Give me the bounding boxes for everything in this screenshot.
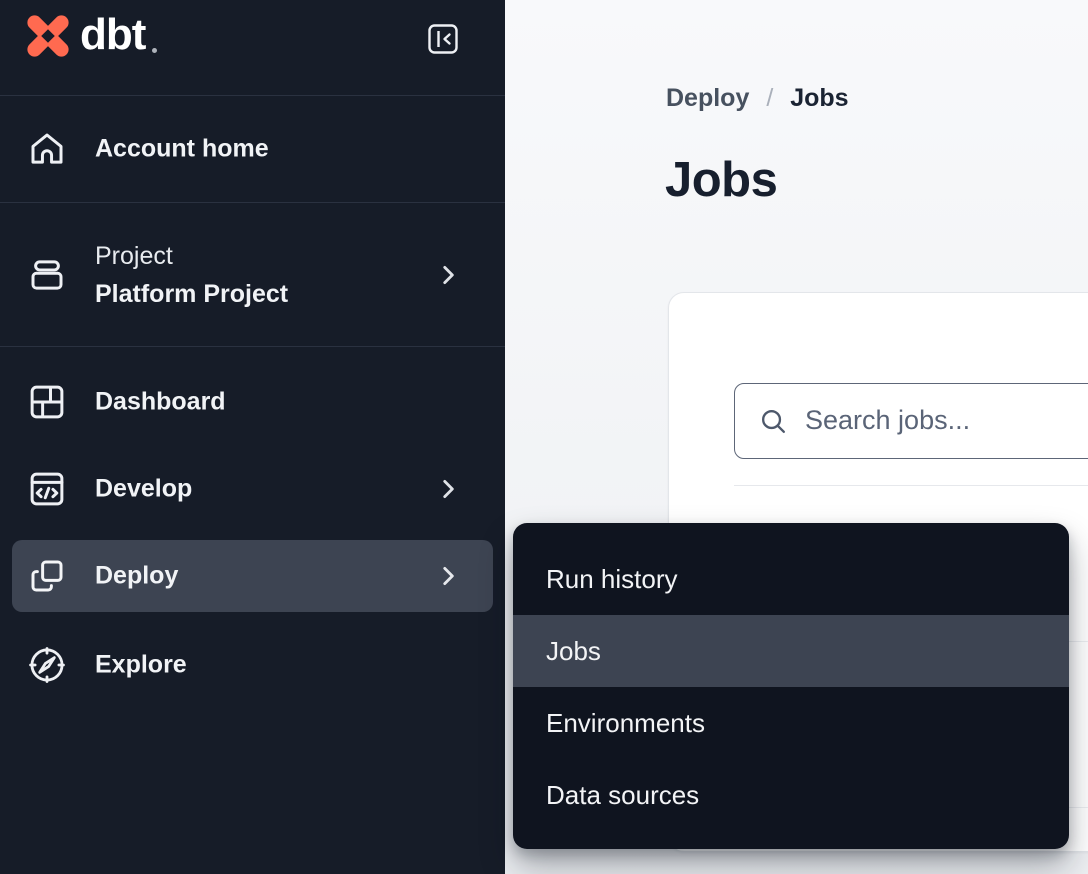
logo-trademark-dot xyxy=(152,48,157,53)
dbt-logo-icon xyxy=(25,13,71,59)
sidebar-item-project[interactable]: Project Platform Project xyxy=(0,203,505,346)
sidebar: dbt Account home xyxy=(0,0,505,874)
deploy-flyout-menu: Run history Jobs Environments Data sourc… xyxy=(513,523,1069,849)
sidebar-item-label: Develop xyxy=(95,475,192,504)
breadcrumb-separator: / xyxy=(756,84,783,112)
menu-item-label: Data sources xyxy=(546,780,699,811)
project-kicker-label: Project xyxy=(95,237,288,275)
page-title: Jobs xyxy=(665,152,777,208)
breadcrumb: Deploy / Jobs xyxy=(666,84,849,113)
menu-item-label: Environments xyxy=(546,708,705,739)
search-box xyxy=(734,383,1088,459)
sidebar-item-develop[interactable]: Develop xyxy=(0,447,505,531)
search-jobs-input[interactable] xyxy=(805,384,1088,457)
sidebar-item-label: Deploy xyxy=(95,562,178,591)
project-name-label: Platform Project xyxy=(95,275,288,313)
menu-item-label: Run history xyxy=(546,564,678,595)
sidebar-item-dashboard[interactable]: Dashboard xyxy=(0,360,505,444)
sidebar-item-label: Dashboard xyxy=(95,388,226,417)
sidebar-divider xyxy=(0,346,505,347)
menu-item-jobs[interactable]: Jobs xyxy=(513,615,1069,687)
menu-item-data-sources[interactable]: Data sources xyxy=(513,759,1069,831)
home-icon xyxy=(26,128,68,170)
sidebar-item-label: Explore xyxy=(95,651,187,680)
breadcrumb-current: Jobs xyxy=(790,84,848,112)
chevron-right-icon xyxy=(435,563,461,589)
project-archive-icon xyxy=(26,254,68,296)
logo-wordmark: dbt xyxy=(80,10,145,60)
sidebar-item-deploy[interactable]: Deploy xyxy=(12,540,493,612)
card-header-divider xyxy=(734,485,1088,486)
deploy-overlap-squares-icon xyxy=(26,555,68,597)
develop-code-icon xyxy=(26,468,68,510)
menu-item-label: Jobs xyxy=(546,636,601,667)
breadcrumb-deploy-link[interactable]: Deploy xyxy=(666,84,749,112)
menu-item-environments[interactable]: Environments xyxy=(513,687,1069,759)
dbt-cloud-app: dbt Account home xyxy=(0,0,1088,874)
logo-row: dbt xyxy=(0,0,505,95)
sidebar-item-label: Account home xyxy=(95,135,269,164)
sidebar-item-account-home[interactable]: Account home xyxy=(0,96,505,202)
chevron-right-icon xyxy=(435,262,461,288)
explore-compass-icon xyxy=(26,644,68,686)
search-icon xyxy=(758,406,789,437)
menu-item-run-history[interactable]: Run history xyxy=(513,543,1069,615)
collapse-sidebar-button[interactable] xyxy=(427,23,459,55)
sidebar-item-explore[interactable]: Explore xyxy=(0,623,505,707)
chevron-right-icon xyxy=(435,476,461,502)
dashboard-grid-icon xyxy=(26,381,68,423)
